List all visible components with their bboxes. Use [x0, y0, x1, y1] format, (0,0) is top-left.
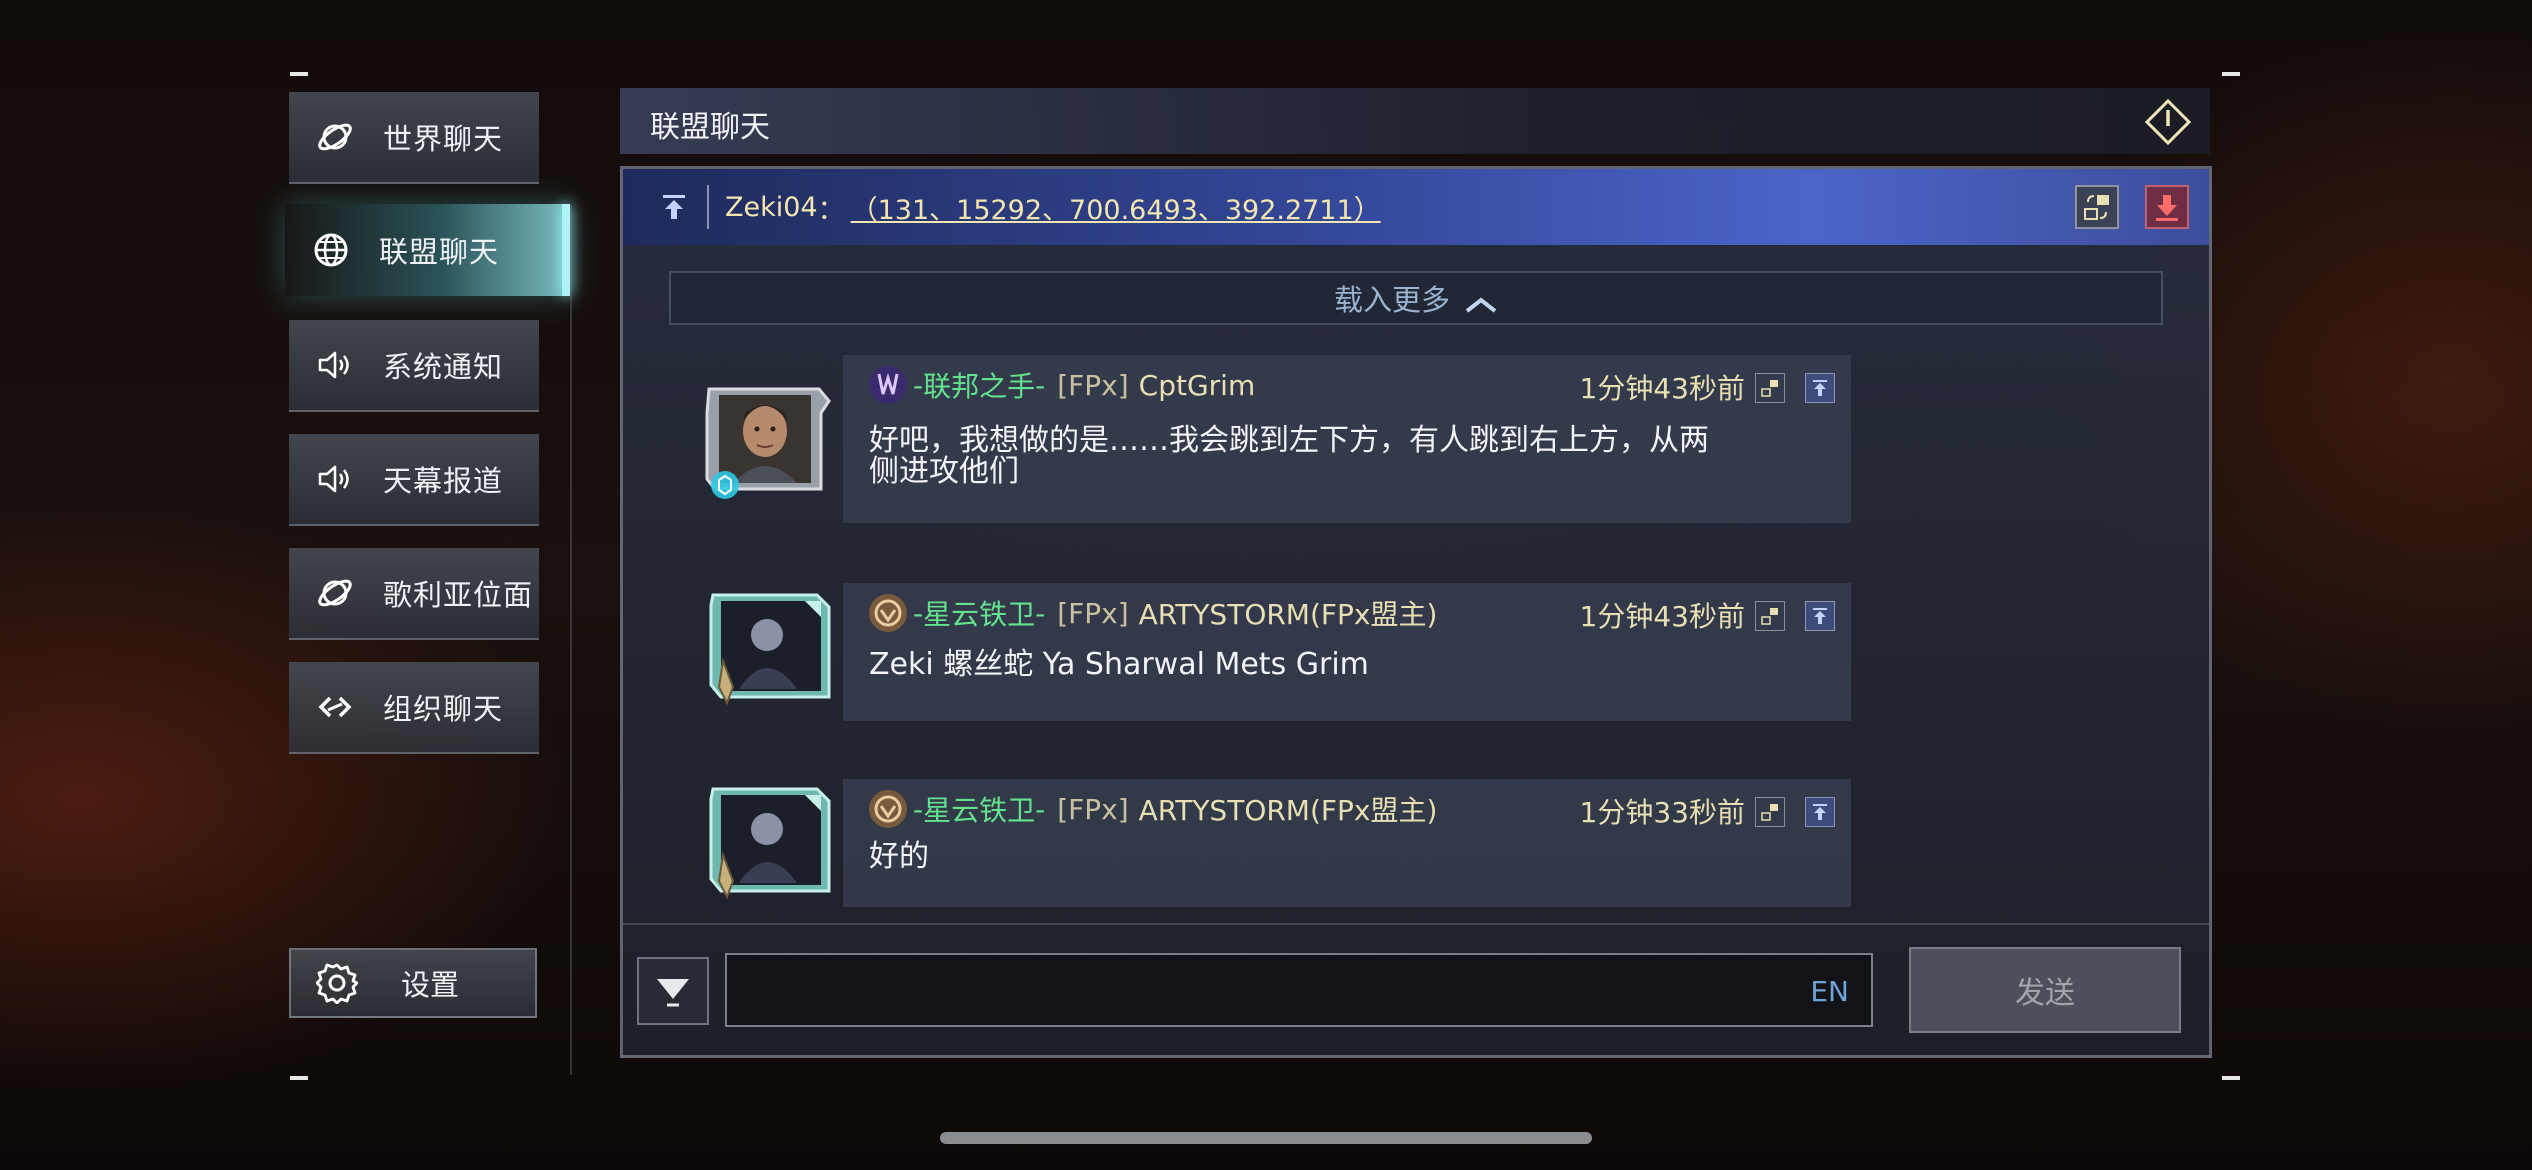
message-time: 1分钟33秒前	[1579, 796, 1745, 829]
message-text: 好的	[869, 839, 929, 874]
message-input-field[interactable]	[727, 955, 1871, 1025]
org-name: 星云铁卫	[923, 794, 1036, 827]
alliance-tag: [FPx]	[1057, 368, 1129, 402]
settings-button[interactable]: 设置	[289, 948, 537, 1018]
sidebar-item-org-chat[interactable]: 组织聊天	[289, 662, 539, 754]
planet-icon	[315, 573, 355, 613]
composer-divider	[623, 923, 2209, 925]
sidebar-item-label: 世界聊天	[383, 122, 504, 156]
sidebar-item-world-chat[interactable]: 世界聊天	[289, 92, 539, 184]
frame-corner-bl	[290, 1076, 308, 1080]
alliance-tag: [FPx]	[1057, 596, 1129, 630]
org-dash: -	[1035, 368, 1046, 402]
planet-icon	[315, 117, 355, 157]
translate-icon[interactable]	[1755, 797, 1785, 827]
pinned-username: Zeki04	[725, 191, 818, 223]
message-header: - 星云铁卫 - [FPx] ARTYSTORM(FPx盟主)	[867, 591, 1437, 635]
pinned-coordinates-link[interactable]: （131、15292、700.6493、392.2711）	[851, 188, 1381, 227]
username[interactable]: CptGrim	[1139, 369, 1256, 402]
speaker-icon	[315, 345, 355, 385]
alliance-tag: [FPx]	[1057, 792, 1129, 826]
sidebar-item-label: 系统通知	[383, 350, 504, 384]
org-badge-icon	[869, 594, 907, 632]
frame-corner-tr	[2222, 72, 2240, 76]
unpin-button[interactable]	[2145, 185, 2189, 229]
exit-icon[interactable]	[2144, 98, 2192, 146]
message-time: 1分钟43秒前	[1579, 372, 1745, 405]
gear-icon	[315, 961, 359, 1005]
chevron-up-icon	[1464, 288, 1498, 313]
pin-icon[interactable]	[1805, 373, 1835, 403]
translate-icon[interactable]	[1755, 601, 1785, 631]
org-name: 联邦之手	[923, 370, 1036, 403]
sidebar-item-label: 组织聊天	[383, 692, 504, 726]
speaker-icon	[315, 459, 355, 499]
pin-icon[interactable]	[1805, 797, 1835, 827]
message-time: 1分钟43秒前	[1579, 600, 1745, 633]
sidebar-item-sky-report[interactable]: 天幕报道	[289, 434, 539, 526]
load-more-label: 载入更多	[1333, 283, 1450, 317]
input-language-toggle[interactable]: EN	[1810, 975, 1849, 1008]
globe-icon	[311, 230, 351, 270]
avatar[interactable]	[705, 785, 835, 903]
username[interactable]: ARTYSTORM(FPx盟主)	[1139, 593, 1438, 633]
translate-icon[interactable]	[1755, 373, 1785, 403]
sidebar-item-label: 歌利亚位面	[383, 578, 534, 612]
pin-icon[interactable]	[1805, 601, 1835, 631]
avatar[interactable]	[701, 383, 831, 501]
chat-panel: Zeki04 ： （131、15292、700.6493、392.2711） 载…	[620, 166, 2212, 1058]
sidebar-item-label: 天幕报道	[383, 464, 504, 498]
pinned-colon: ：	[817, 194, 845, 226]
sidebar-item-alliance-chat[interactable]: 联盟聊天	[285, 204, 570, 296]
message-text: 好吧，我想做的是……我会跳到左下方，有人跳到右上方，从两 侧进攻他们	[869, 423, 1709, 489]
sidebar-item-label: 联盟聊天	[379, 235, 500, 269]
pinned-message[interactable]: Zeki04 ： （131、15292、700.6493、392.2711）	[623, 169, 2209, 245]
avatar[interactable]	[705, 591, 835, 709]
message-card[interactable]: - 联邦之手 - [FPx] CptGrim 1分钟43秒前 好吧，我想做的是……	[843, 355, 1851, 523]
org-dash: -	[913, 792, 924, 826]
message-card[interactable]: - 星云铁卫 - [FPx] ARTYSTORM(FPx盟主) 1分钟33秒前 …	[843, 779, 1851, 907]
sidebar-divider	[570, 205, 572, 1075]
emoji-toggle-button[interactable]	[637, 957, 709, 1025]
message-header: - 联邦之手 - [FPx] CptGrim	[867, 363, 1255, 407]
send-button[interactable]: 发送	[1909, 947, 2181, 1033]
chat-header: 联盟聊天	[620, 88, 2210, 154]
frame-corner-tl	[290, 72, 308, 76]
org-name: 星云铁卫	[923, 598, 1036, 631]
sidebar-item-goliath-plane[interactable]: 歌利亚位面	[289, 548, 539, 640]
message-header: - 星云铁卫 - [FPx] ARTYSTORM(FPx盟主)	[867, 787, 1437, 831]
message-text: Zeki 螺丝蛇 Ya Sharwal Mets Grim	[869, 647, 1369, 682]
page-title: 联盟聊天	[650, 110, 770, 145]
translate-button[interactable]	[2075, 185, 2119, 229]
sidebar-item-system-notice[interactable]: 系统通知	[289, 320, 539, 412]
pin-up-icon[interactable]	[659, 192, 689, 222]
chevron-down-icon	[657, 979, 689, 1007]
link-icon	[315, 687, 355, 727]
org-badge-icon	[869, 366, 907, 404]
pinned-separator	[707, 185, 709, 229]
message-card[interactable]: - 星云铁卫 - [FPx] ARTYSTORM(FPx盟主) 1分钟43秒前 …	[843, 583, 1851, 721]
org-dash: -	[1035, 792, 1046, 826]
org-dash: -	[1035, 596, 1046, 630]
username[interactable]: ARTYSTORM(FPx盟主)	[1139, 789, 1438, 829]
active-indicator	[562, 204, 570, 296]
frame-corner-br	[2222, 1076, 2240, 1080]
org-badge-icon	[869, 790, 907, 828]
load-more-button[interactable]: 载入更多	[669, 271, 2163, 325]
org-dash: -	[913, 596, 924, 630]
message-input[interactable]: EN	[725, 953, 1873, 1027]
home-indicator[interactable]	[940, 1132, 1592, 1144]
org-dash: -	[913, 368, 924, 402]
settings-label: 设置	[401, 968, 460, 1002]
